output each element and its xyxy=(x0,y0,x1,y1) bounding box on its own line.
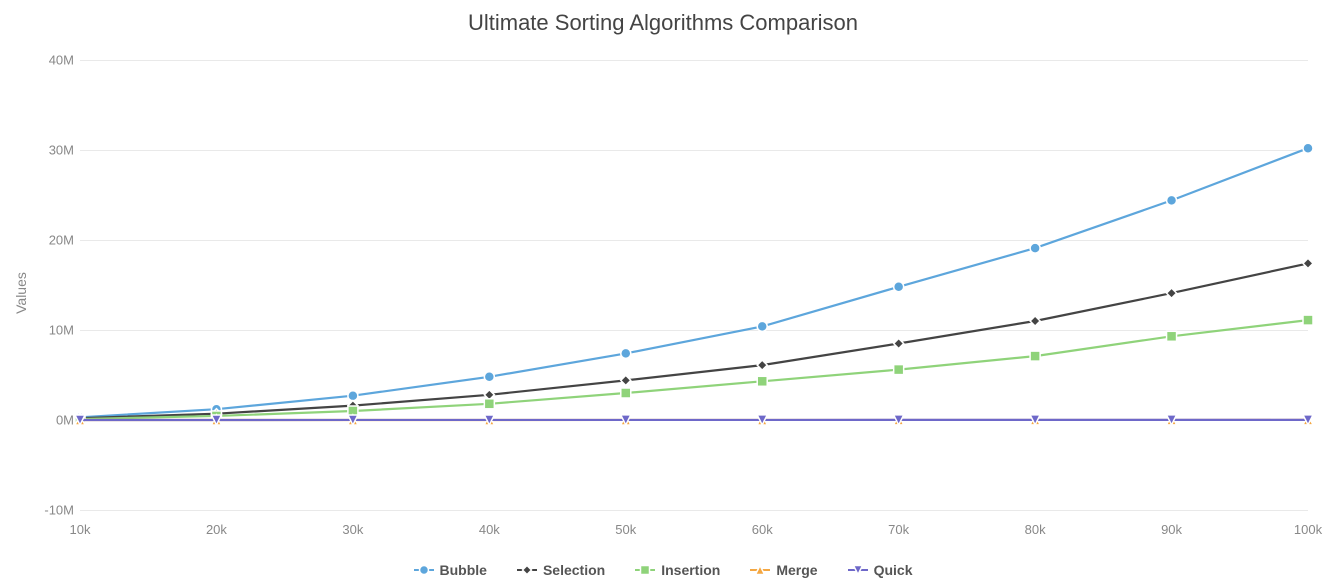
legend-swatch xyxy=(750,564,770,576)
y-tick-label: 0M xyxy=(30,413,74,428)
data-point[interactable] xyxy=(894,282,904,292)
data-point[interactable] xyxy=(1030,243,1040,253)
data-point[interactable] xyxy=(1167,195,1177,205)
legend-item-merge[interactable]: Merge xyxy=(750,562,817,578)
x-tick-label: 60k xyxy=(752,522,773,537)
y-tick-label: 10M xyxy=(30,323,74,338)
data-point[interactable] xyxy=(894,339,904,349)
legend-item-selection[interactable]: Selection xyxy=(517,562,605,578)
data-point[interactable] xyxy=(1303,143,1313,153)
x-tick-label: 70k xyxy=(888,522,909,537)
y-tick-label: 20M xyxy=(30,233,74,248)
legend-swatch xyxy=(517,564,537,576)
legend-label: Selection xyxy=(543,562,605,578)
y-tick-label: -10M xyxy=(30,503,74,518)
data-point[interactable] xyxy=(348,391,358,401)
data-point[interactable] xyxy=(484,399,494,409)
series-line-bubble xyxy=(80,148,1308,417)
legend-label: Bubble xyxy=(440,562,487,578)
data-point[interactable] xyxy=(1303,258,1313,268)
data-point[interactable] xyxy=(1030,351,1040,361)
chart-container: Ultimate Sorting Algorithms Comparison V… xyxy=(0,0,1326,586)
x-tick-label: 80k xyxy=(1025,522,1046,537)
legend-item-bubble[interactable]: Bubble xyxy=(414,562,487,578)
data-point[interactable] xyxy=(621,348,631,358)
data-point[interactable] xyxy=(894,365,904,375)
legend-label: Insertion xyxy=(661,562,720,578)
legend-item-insertion[interactable]: Insertion xyxy=(635,562,720,578)
y-tick-label: 30M xyxy=(30,143,74,158)
x-tick-label: 100k xyxy=(1294,522,1322,537)
legend-swatch xyxy=(635,564,655,576)
data-point[interactable] xyxy=(1167,331,1177,341)
legend: Bubble Selection Insertion Merge Quick xyxy=(0,562,1326,578)
x-tick-label: 20k xyxy=(206,522,227,537)
y-tick-label: 40M xyxy=(30,53,74,68)
x-tick-label: 90k xyxy=(1161,522,1182,537)
x-tick-label: 50k xyxy=(615,522,636,537)
legend-swatch xyxy=(414,564,434,576)
plot-area xyxy=(0,0,1326,586)
x-tick-label: 10k xyxy=(70,522,91,537)
x-tick-label: 30k xyxy=(342,522,363,537)
data-point[interactable] xyxy=(1030,316,1040,326)
data-point[interactable] xyxy=(484,372,494,382)
legend-swatch xyxy=(848,564,868,576)
data-point[interactable] xyxy=(1303,315,1313,325)
data-point[interactable] xyxy=(757,321,767,331)
data-point[interactable] xyxy=(621,375,631,385)
data-point[interactable] xyxy=(757,376,767,386)
x-tick-label: 40k xyxy=(479,522,500,537)
data-point[interactable] xyxy=(1167,288,1177,298)
data-point[interactable] xyxy=(621,388,631,398)
data-point[interactable] xyxy=(757,360,767,370)
legend-label: Merge xyxy=(776,562,817,578)
legend-label: Quick xyxy=(874,562,913,578)
legend-item-quick[interactable]: Quick xyxy=(848,562,913,578)
